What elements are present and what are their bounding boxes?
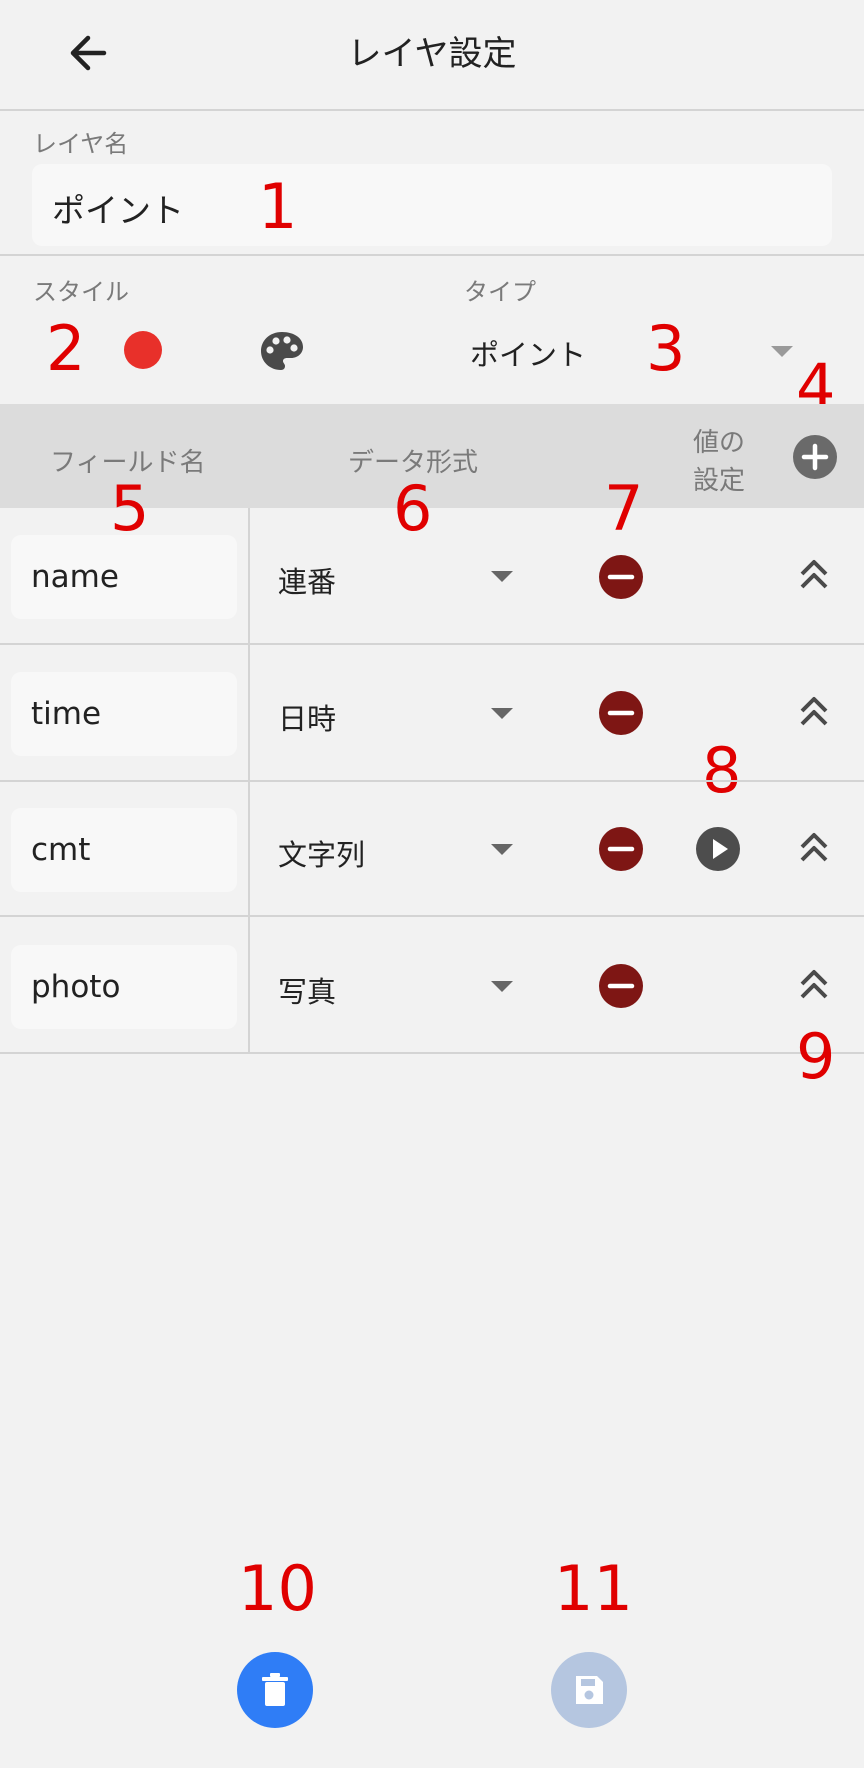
annotation-7: 7 <box>604 472 644 545</box>
layer-name-label: レイヤ名 <box>33 130 129 158</box>
divider <box>0 254 864 256</box>
double-chevron-up-icon[interactable] <box>796 693 832 733</box>
style-color-swatch[interactable] <box>123 330 163 374</box>
annotation-3: 3 <box>646 312 686 385</box>
save-icon <box>576 1676 603 1704</box>
row-divider <box>0 915 864 917</box>
annotation-8: 8 <box>702 734 742 807</box>
row-divider <box>0 1052 864 1054</box>
type-label: タイプ <box>464 278 536 306</box>
data-format-select[interactable]: 写真 <box>278 969 336 1011</box>
data-format-select[interactable]: 日時 <box>278 696 336 738</box>
page-title: レイヤ設定 <box>347 34 517 74</box>
annotation-10: 10 <box>238 1552 317 1625</box>
remove-circle-icon[interactable] <box>599 691 643 739</box>
annotation-11: 11 <box>554 1552 633 1625</box>
double-chevron-up-icon[interactable] <box>796 556 832 596</box>
trash-icon <box>262 1673 288 1706</box>
play-circle-icon[interactable] <box>696 827 740 875</box>
annotation-9: 9 <box>796 1020 836 1093</box>
double-chevron-up-icon[interactable] <box>796 966 832 1006</box>
field-name-value: photo <box>31 969 121 1005</box>
value-setting-column-header-line1: 値の <box>693 428 746 458</box>
dropdown-caret-icon[interactable] <box>491 708 513 719</box>
data-format-select[interactable]: 文字列 <box>278 832 365 874</box>
annotation-1: 1 <box>258 170 298 243</box>
field-name-value: time <box>31 696 102 732</box>
field-name-value: cmt <box>31 832 91 868</box>
value-setting-column-header-line2: 設定 <box>693 466 746 496</box>
remove-circle-icon[interactable] <box>599 964 643 1012</box>
style-label: スタイル <box>33 278 129 306</box>
dropdown-caret-icon[interactable] <box>491 571 513 582</box>
dropdown-caret-icon[interactable] <box>491 844 513 855</box>
annotation-6: 6 <box>393 472 433 545</box>
remove-circle-icon[interactable] <box>599 827 643 875</box>
type-select-value[interactable]: ポイント <box>470 332 586 374</box>
data-format-select[interactable]: 連番 <box>278 559 336 601</box>
remove-circle-icon[interactable] <box>599 555 643 603</box>
double-chevron-up-icon[interactable] <box>796 829 832 869</box>
row-divider <box>0 643 864 645</box>
annotation-2: 2 <box>46 312 86 385</box>
divider <box>0 109 864 111</box>
layer-name-value: ポイント <box>52 191 184 230</box>
type-dropdown-caret-icon[interactable] <box>771 346 793 357</box>
annotation-5: 5 <box>110 472 150 545</box>
palette-icon[interactable] <box>259 330 305 376</box>
save-layer-button[interactable] <box>551 1652 627 1732</box>
add-circle-icon[interactable] <box>793 435 837 483</box>
dropdown-caret-icon[interactable] <box>491 981 513 992</box>
field-name-value: name <box>31 559 119 595</box>
row-divider <box>0 780 864 782</box>
delete-layer-button[interactable] <box>237 1652 313 1732</box>
